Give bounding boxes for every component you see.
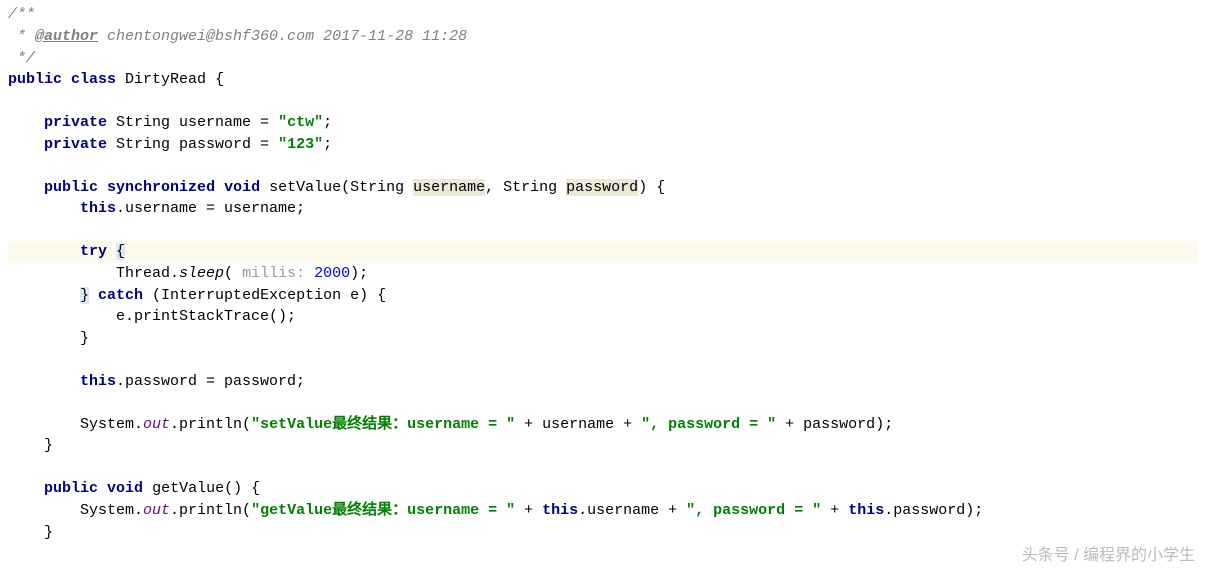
class-declaration: public class DirtyRead { — [8, 69, 1199, 91]
sysout-getvalue: System.out.println("getValue最终结果：usernam… — [8, 500, 1199, 522]
assign-password: this.password = password; — [8, 371, 1199, 393]
print-stacktrace: e.printStackTrace(); — [8, 306, 1199, 328]
field-password: private String password = "123"; — [8, 134, 1199, 156]
method-setvalue: public synchronized void setValue(String… — [8, 177, 1199, 199]
blank-line — [8, 220, 1199, 241]
blank-line — [8, 457, 1199, 478]
close-method: } — [8, 522, 1199, 544]
blank-line — [8, 156, 1199, 177]
blank-line — [8, 350, 1199, 371]
thread-sleep: Thread.sleep( millis: 2000); — [8, 263, 1199, 285]
catch-line: } catch (InterruptedException e) { — [8, 285, 1199, 307]
close-try: } — [8, 328, 1199, 350]
blank-line — [8, 393, 1199, 414]
try-line: try { — [8, 241, 1199, 263]
javadoc-start: /** — [8, 4, 1199, 26]
field-username: private String username = "ctw"; — [8, 112, 1199, 134]
blank-line — [8, 91, 1199, 112]
code-editor[interactable]: /** * @author chentongwei@bshf360.com 20… — [8, 4, 1199, 543]
javadoc-end: */ — [8, 48, 1199, 70]
watermark: 头条号 / 编程界的小学生 — [1022, 544, 1195, 567]
method-getvalue: public void getValue() { — [8, 478, 1199, 500]
javadoc-author: * @author chentongwei@bshf360.com 2017-1… — [8, 26, 1199, 48]
assign-username: this.username = username; — [8, 198, 1199, 220]
sysout-setvalue: System.out.println("setValue最终结果：usernam… — [8, 414, 1199, 436]
close-method: } — [8, 435, 1199, 457]
